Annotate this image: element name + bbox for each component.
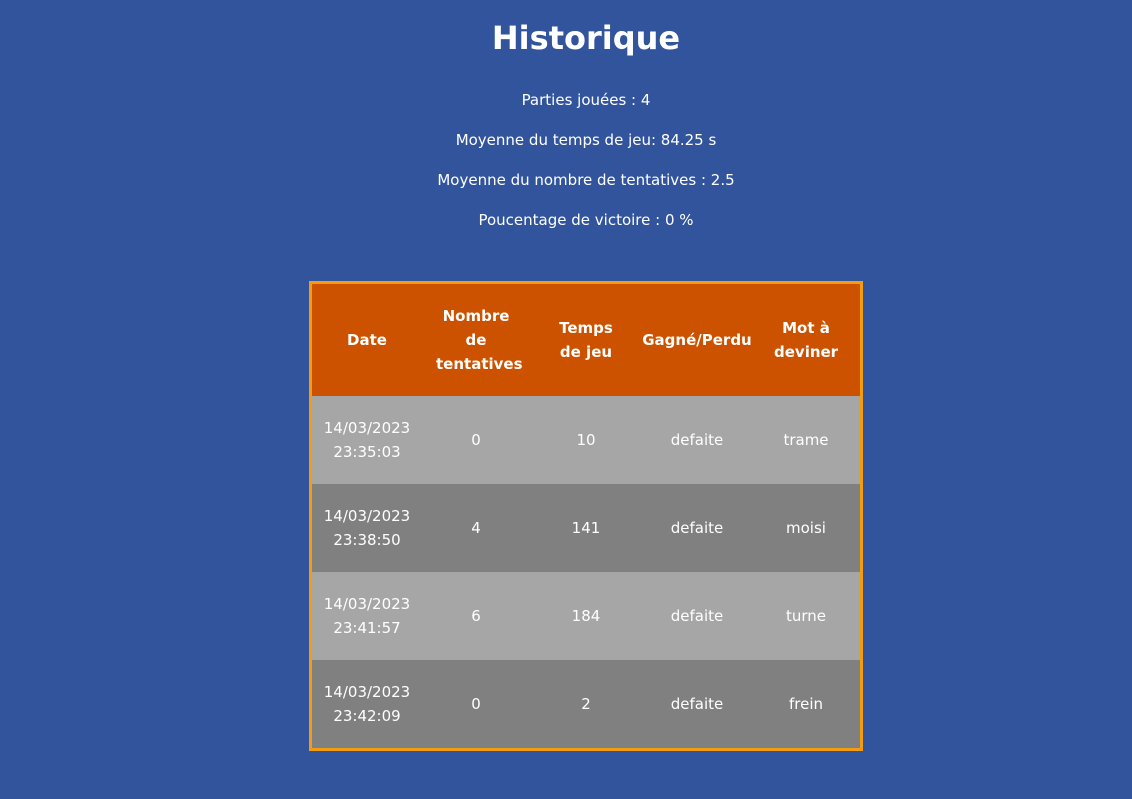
cell-play-time: 184 — [571, 607, 601, 625]
header-play-time-label: Temps de jeu — [559, 319, 613, 361]
page-title: Historique — [491, 19, 681, 57]
cell-date-text: 14/03/2023 23:38:50 — [323, 507, 411, 549]
history-table-header: Date Nombre de tentatives Temps de jeu G… — [312, 284, 860, 396]
cell-result: defaite — [670, 695, 724, 713]
cell-result: defaite — [670, 519, 724, 537]
header-word: Mot à deviner — [752, 284, 860, 396]
cell-result: defaite — [670, 431, 724, 449]
cell-date-text: 14/03/2023 23:41:57 — [323, 595, 411, 637]
table-row: 14/03/2023 23:42:09 0 2 defaite frein — [312, 660, 860, 748]
cell-word: frein — [788, 695, 824, 713]
cell-attempts: 0 — [471, 431, 481, 449]
history-table: Date Nombre de tentatives Temps de jeu G… — [312, 284, 860, 748]
stat-average-time: Moyenne du temps de jeu: 84.25 s — [455, 131, 717, 149]
cell-word: trame — [783, 431, 829, 449]
cell-date-text: 14/03/2023 23:35:03 — [323, 419, 411, 461]
cell-attempts: 4 — [471, 519, 481, 537]
cell-date: 14/03/2023 23:38:50 — [312, 484, 422, 572]
table-row: 14/03/2023 23:38:50 4 141 defaite moisi — [312, 484, 860, 572]
stat-average-attempts: Moyenne du nombre de tentatives : 2.5 — [437, 171, 735, 189]
cell-play-time: 141 — [571, 519, 601, 537]
header-result: Gagné/Perdu — [642, 284, 752, 396]
cell-date: 14/03/2023 23:42:09 — [312, 660, 422, 748]
cell-date-text: 14/03/2023 23:42:09 — [323, 683, 411, 725]
header-attempts: Nombre de tentatives — [422, 284, 530, 396]
history-table-container: Date Nombre de tentatives Temps de jeu G… — [309, 281, 863, 751]
stat-games-played: Parties jouées : 4 — [521, 91, 651, 109]
cell-play-time: 10 — [576, 431, 596, 449]
cell-result: defaite — [670, 607, 724, 625]
stat-win-rate: Poucentage de victoire : 0 % — [478, 211, 694, 229]
header-date: Date — [312, 284, 422, 396]
table-row: 14/03/2023 23:35:03 0 10 defaite trame — [312, 396, 860, 484]
header-word-label: Mot à deviner — [774, 319, 839, 361]
header-play-time: Temps de jeu — [530, 284, 642, 396]
header-result-label: Gagné/Perdu — [642, 331, 752, 349]
cell-word: moisi — [786, 519, 826, 537]
cell-play-time: 2 — [581, 695, 591, 713]
header-date-label: Date — [347, 331, 387, 349]
header-attempts-label: Nombre de tentatives — [436, 307, 523, 373]
cell-word: turne — [785, 607, 827, 625]
table-row: 14/03/2023 23:41:57 6 184 defaite turne — [312, 572, 860, 660]
history-table-body: 14/03/2023 23:35:03 0 10 defaite trame 1… — [312, 396, 860, 748]
cell-date: 14/03/2023 23:41:57 — [312, 572, 422, 660]
cell-attempts: 0 — [471, 695, 481, 713]
header-row: Date Nombre de tentatives Temps de jeu G… — [312, 284, 860, 396]
cell-date: 14/03/2023 23:35:03 — [312, 396, 422, 484]
cell-attempts: 6 — [471, 607, 481, 625]
